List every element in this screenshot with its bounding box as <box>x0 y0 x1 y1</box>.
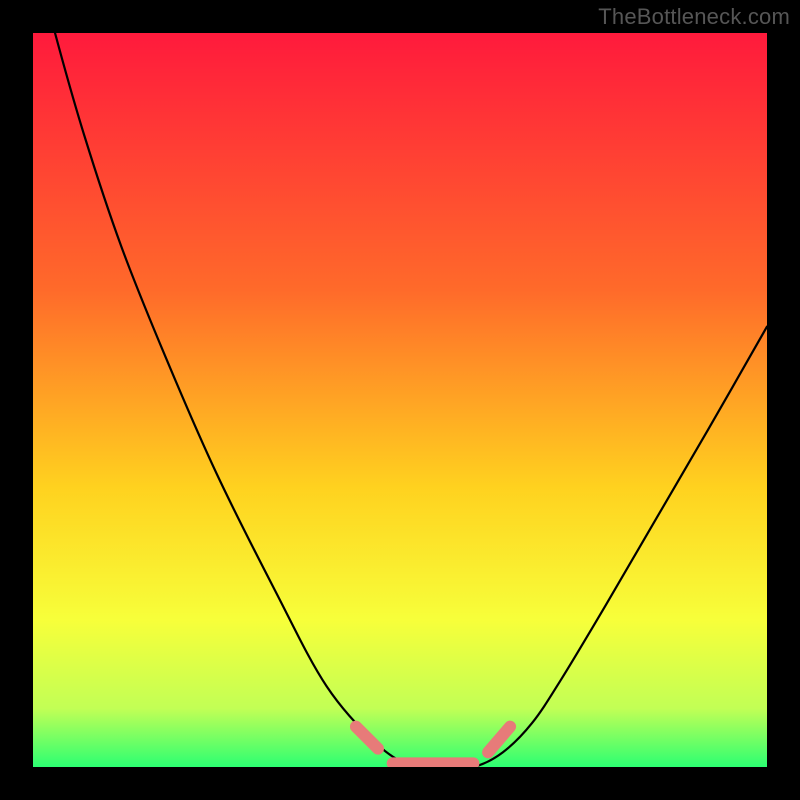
watermark-text: TheBottleneck.com <box>598 4 790 30</box>
plot-svg <box>33 33 767 767</box>
plot-area <box>33 33 767 767</box>
gradient-background <box>33 33 767 767</box>
chart-frame: TheBottleneck.com <box>0 0 800 800</box>
